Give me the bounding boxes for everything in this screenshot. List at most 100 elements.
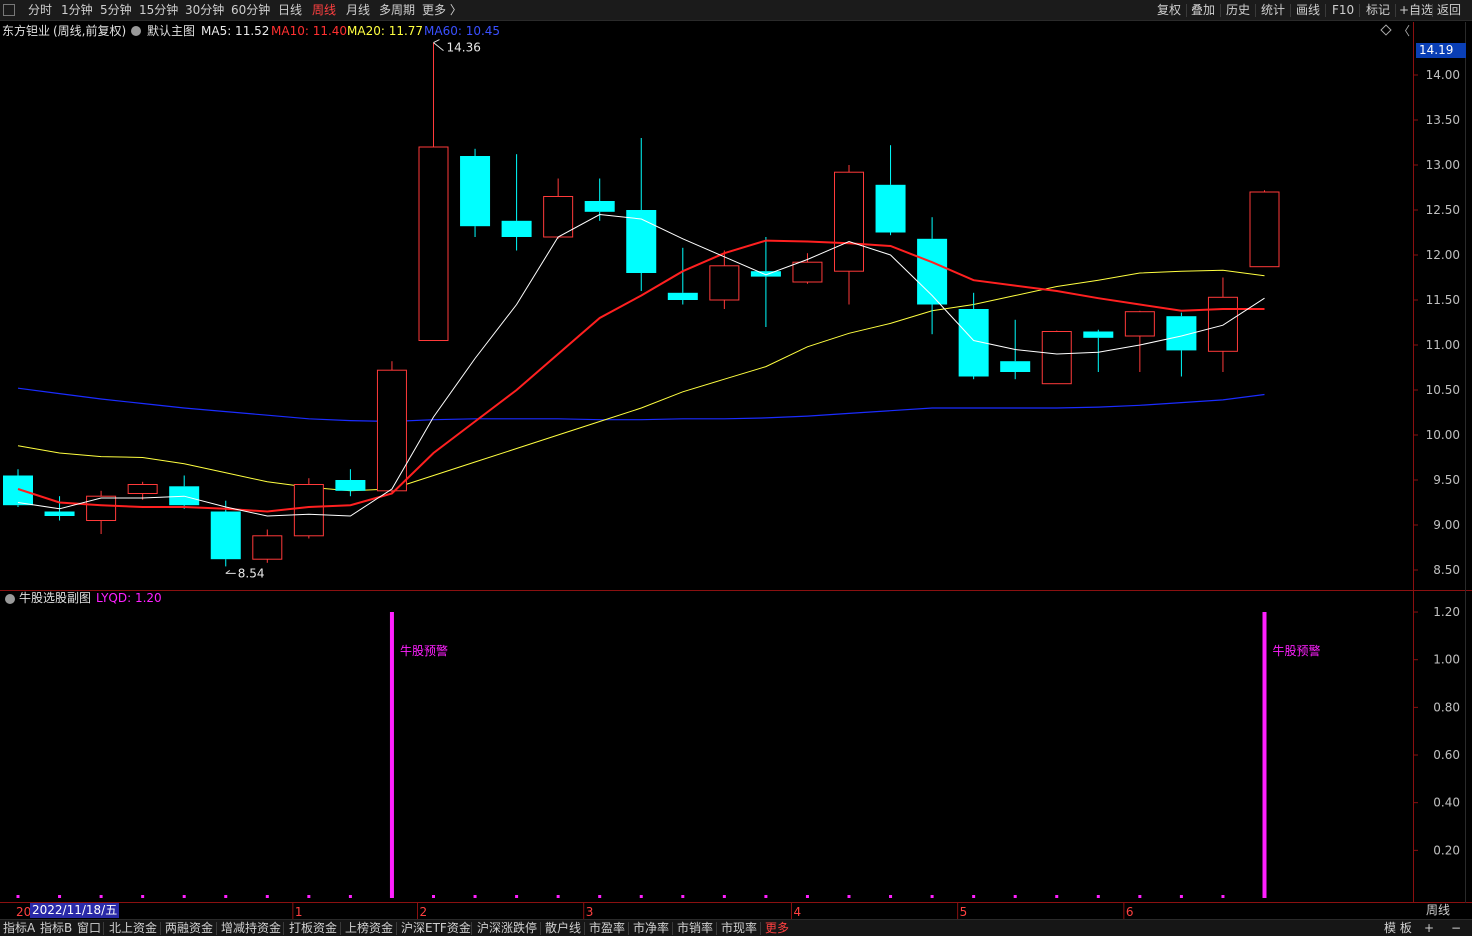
- tab-15min[interactable]: 15分钟: [139, 3, 178, 18]
- candle-body-down: [917, 238, 948, 305]
- tab-indicator-b[interactable]: 指标B: [40, 921, 72, 936]
- tab-30min[interactable]: 30分钟: [185, 3, 224, 18]
- low-marker-arrow: [225, 570, 236, 574]
- collapse-arrow-icon[interactable]: 〈: [1398, 22, 1410, 40]
- candle: [3, 469, 33, 507]
- kline-chart[interactable]: 14.0013.5013.0012.5012.0011.5011.0010.50…: [0, 22, 1472, 919]
- history-button[interactable]: 历史: [1226, 3, 1250, 18]
- period-label: (周线,前复权): [53, 24, 127, 38]
- x-year-prefix: 20: [16, 905, 31, 919]
- candle-body-up: [376, 369, 407, 492]
- template-toggle-icon[interactable]: [131, 26, 141, 36]
- signal-dot: [847, 895, 851, 898]
- sub-tick-label: 0.40: [1433, 796, 1460, 810]
- tab-1min[interactable]: 1分钟: [61, 3, 93, 18]
- signal-dot: [1179, 895, 1183, 898]
- signal-dot: [722, 895, 726, 898]
- candle-body-down: [1000, 361, 1031, 372]
- draw-line-button[interactable]: 画线: [1296, 3, 1320, 18]
- signal-dot: [889, 895, 893, 898]
- candle: [210, 500, 241, 567]
- fuquan-button[interactable]: 复权: [1157, 3, 1181, 18]
- tab-limit-up-funds[interactable]: 打板资金: [289, 921, 337, 936]
- signal-dot: [99, 895, 103, 898]
- ma20-line: [17, 269, 1265, 492]
- tab-60min[interactable]: 60分钟: [231, 3, 270, 18]
- candle: [792, 253, 823, 284]
- f10-button[interactable]: F10: [1332, 3, 1354, 18]
- signal-dot: [972, 895, 976, 898]
- candle: [834, 165, 864, 305]
- candle: [335, 469, 366, 497]
- tab-etf-funds[interactable]: 沪深ETF资金: [401, 921, 471, 936]
- tab-limit-stats[interactable]: 沪深涨跌停: [477, 921, 537, 936]
- tab-more[interactable]: 更多 〉: [422, 3, 462, 18]
- candle-body-up: [834, 171, 864, 272]
- tab-retail-line[interactable]: 散户线: [545, 921, 581, 936]
- tab-indicator-a[interactable]: 指标A: [3, 921, 35, 936]
- candle: [460, 148, 491, 237]
- candle-body-down: [335, 480, 366, 491]
- price-tick-label: 14.00: [1426, 68, 1460, 82]
- signal-label: 牛股预警: [400, 643, 448, 658]
- period-footer-label: 周线: [1426, 903, 1451, 917]
- candle: [1249, 190, 1280, 268]
- candlestick-series: [3, 42, 1280, 567]
- template-button[interactable]: 模 板: [1384, 921, 1412, 936]
- mark-button[interactable]: 标记: [1366, 3, 1390, 18]
- ma60-line: [17, 387, 1265, 423]
- high-marker-arrow: [433, 39, 444, 51]
- toolbar-divider: [1359, 4, 1360, 17]
- zoom-in-button[interactable]: +: [1424, 921, 1434, 936]
- signal-dot: [307, 895, 311, 898]
- sub-tick-label: 1.00: [1433, 653, 1460, 667]
- sub-tick-label: 0.60: [1433, 748, 1460, 762]
- tab-weekly[interactable]: 周线: [312, 3, 336, 18]
- add-watchlist-button[interactable]: +自选: [1399, 3, 1433, 18]
- candle-body-up: [86, 495, 117, 522]
- candle: [501, 154, 532, 251]
- tab-pb-ratio[interactable]: 市净率: [633, 921, 669, 936]
- overlay-button[interactable]: 叠加: [1191, 3, 1215, 18]
- candle-body-down: [1083, 331, 1114, 338]
- x-tick-label: 6: [1126, 905, 1134, 919]
- tab-northbound-funds[interactable]: 北上资金: [109, 921, 157, 936]
- tab-5min[interactable]: 5分钟: [100, 3, 132, 18]
- toolbar-divider: [1290, 4, 1291, 17]
- tab-shareholding-change[interactable]: 增减持资金: [221, 921, 281, 936]
- statistics-button[interactable]: 统计: [1261, 3, 1285, 18]
- signal-dot: [16, 895, 20, 898]
- price-tick-label: 9.00: [1433, 518, 1460, 532]
- price-tick-label: 11.00: [1426, 338, 1460, 352]
- sub-template-toggle-icon[interactable]: [5, 594, 15, 604]
- candle: [252, 529, 283, 563]
- tab-monthly[interactable]: 月线: [346, 3, 370, 18]
- zoom-out-button[interactable]: −: [1451, 921, 1461, 936]
- high-label: 14.36: [447, 41, 481, 55]
- tab-window[interactable]: 窗口: [77, 921, 101, 936]
- sub-chart-title[interactable]: 牛股选股副图: [19, 590, 91, 607]
- low-label: 8.54: [238, 566, 265, 580]
- candle-body-up: [1041, 331, 1072, 385]
- back-button[interactable]: 返回: [1437, 3, 1461, 18]
- tab-margin-funds[interactable]: 两融资金: [165, 921, 213, 936]
- ma60-value: MA60: 10.45: [424, 24, 501, 38]
- tab-more-indicators[interactable]: 更多: [765, 921, 789, 936]
- tab-dragon-tiger-funds[interactable]: 上榜资金: [345, 921, 393, 936]
- signal-dot: [58, 895, 62, 898]
- price-tick-label: 12.50: [1426, 203, 1460, 217]
- signal-dot: [681, 895, 685, 898]
- candle-body-up: [1207, 296, 1238, 352]
- signal-dot: [348, 895, 352, 898]
- template-label[interactable]: 默认主图: [147, 22, 195, 40]
- tab-pe-ratio[interactable]: 市盈率: [589, 921, 625, 936]
- tab-multi-period[interactable]: 多周期: [379, 3, 415, 18]
- window-restore-icon[interactable]: [3, 4, 15, 16]
- tab-ps-ratio[interactable]: 市销率: [677, 921, 713, 936]
- tab-pcf-ratio[interactable]: 市现率: [721, 921, 757, 936]
- tab-daily[interactable]: 日线: [278, 3, 302, 18]
- signal-dot: [1096, 895, 1100, 898]
- price-tick-label: 9.50: [1433, 473, 1460, 487]
- candle-body-up: [252, 535, 283, 560]
- tab-fenshi[interactable]: 分时: [28, 3, 52, 18]
